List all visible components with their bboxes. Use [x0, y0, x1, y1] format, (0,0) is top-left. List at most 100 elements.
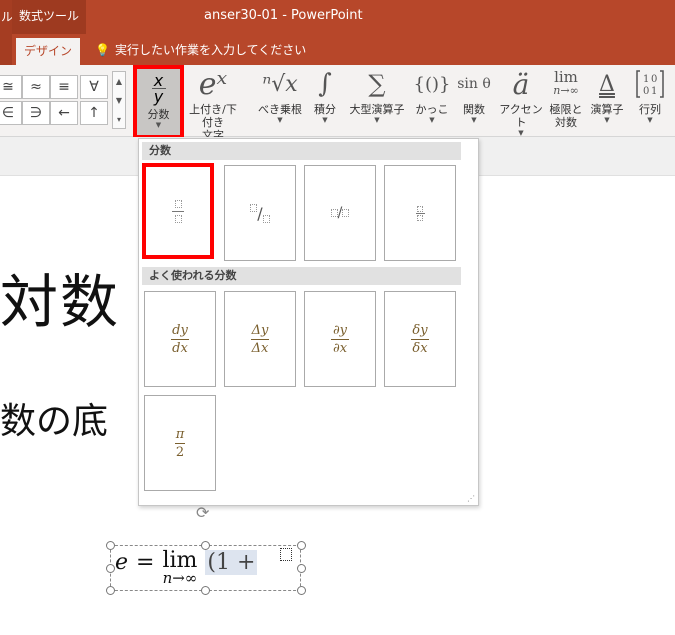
sum-icon: ∑: [368, 70, 386, 98]
common-fraction-option[interactable]: ∂y ∂x: [304, 291, 376, 387]
gallery-symbol[interactable]: ∋: [22, 101, 50, 125]
resize-grip-icon[interactable]: ⋰: [467, 494, 475, 503]
resize-handle[interactable]: [106, 586, 115, 595]
accent-label: アクセント: [499, 103, 543, 129]
common-fraction-option[interactable]: dy dx: [144, 291, 216, 387]
limit-label: 極限と: [549, 103, 583, 116]
tab-design[interactable]: デザイン: [16, 38, 80, 65]
common-fraction-option[interactable]: Δy Δx: [224, 291, 296, 387]
tell-me-text: 実行したい作業を入力してください: [114, 43, 307, 57]
common-fraction-option[interactable]: π 2: [144, 395, 216, 491]
symbol-gallery: ≅ ≈ ≡ ∀ ∈ ∋ ← ↑: [0, 71, 112, 129]
delta-y-delta-x-icon: Δy Δx: [251, 323, 269, 356]
fraction-den: y: [153, 87, 164, 106]
fraction-icon: x y: [151, 71, 166, 106]
integral-icon: ∫: [318, 69, 332, 99]
fraction-linear-option[interactable]: /: [304, 165, 376, 261]
matrix-label: 行列: [639, 103, 661, 116]
section-header-common: よく使われる分数: [142, 267, 461, 285]
frac-num: δy: [412, 322, 428, 338]
gallery-symbol[interactable]: ∈: [0, 101, 22, 125]
bracket-label: かっこ: [415, 103, 449, 116]
integral-label: 積分: [314, 103, 336, 116]
small-fraction-icon: [415, 205, 425, 221]
resize-handle[interactable]: [297, 541, 306, 550]
frac-den: 2: [175, 444, 185, 460]
ribbon: ≅ ≈ ≡ ∀ ∈ ∋ ← ↑ ▲ ▼ ▾ eˣ 上付き/下付き 文字 ⁿ√x …: [0, 65, 675, 143]
limit-log-button[interactable]: lim n→∞ 極限と 対数: [546, 65, 586, 137]
frac-num: ∂y: [332, 322, 348, 338]
resize-handle[interactable]: [106, 541, 115, 550]
ribbon-tab-row: デザイン 💡 実行したい作業を入力してください: [0, 34, 675, 65]
common-fraction-option[interactable]: δy δx: [384, 291, 456, 387]
gallery-scrollbar[interactable]: ▲ ▼ ▾: [112, 71, 126, 129]
scroll-down-icon[interactable]: ▼: [113, 91, 125, 110]
dy-dx-icon: dy dx: [171, 323, 189, 356]
resize-handle[interactable]: [201, 586, 210, 595]
chevron-down-icon: ▼: [155, 121, 162, 129]
chevron-down-icon: ▼: [647, 116, 653, 124]
large-operator-button[interactable]: ∑ 大型演算子 ▼: [345, 65, 409, 137]
resize-handle[interactable]: [106, 564, 115, 573]
gallery-symbol[interactable]: ≅: [0, 75, 22, 99]
chevron-down-icon: ▼: [374, 116, 380, 124]
fraction-label: 分数: [147, 108, 170, 121]
fraction-dropdown: 分数 / / よく使われる分数 dy dx Δy Δx ∂y ∂x δy δx …: [138, 138, 479, 506]
frac-den: Δx: [251, 340, 269, 356]
script-label: 上付き/下付き: [189, 103, 237, 129]
titlebar-left-tab: ル: [0, 0, 13, 34]
section-header-fraction: 分数: [142, 142, 461, 160]
fraction-skewed-option[interactable]: /: [224, 165, 296, 261]
equation-placeholder[interactable]: [280, 548, 292, 561]
svg-text:0: 0: [651, 74, 657, 85]
tell-me-box[interactable]: 💡 実行したい作業を入力してください: [95, 41, 306, 58]
gallery-symbol[interactable]: ≡: [50, 75, 78, 99]
gallery-symbol[interactable]: ↑: [80, 101, 108, 125]
frac-den: dx: [172, 340, 188, 356]
gallery-more-icon[interactable]: ▾: [113, 110, 125, 129]
linear-fraction-icon: /: [330, 205, 350, 221]
chevron-down-icon: ▼: [322, 116, 328, 124]
operator-label: 演算子: [590, 103, 624, 116]
fraction-num: x: [153, 71, 164, 90]
accent-button[interactable]: ä アクセント ▼: [496, 65, 546, 138]
function-button[interactable]: sin θ 関数 ▼: [454, 65, 494, 137]
frac-den: δx: [412, 340, 428, 356]
fraction-button[interactable]: x y 分数 ▼: [133, 65, 184, 139]
scroll-up-icon[interactable]: ▲: [113, 72, 125, 91]
integral-button[interactable]: ∫ 積分 ▼: [306, 65, 344, 137]
function-icon: sin θ: [457, 76, 491, 92]
resize-handle[interactable]: [201, 541, 210, 550]
bracket-icon: {()}: [413, 73, 451, 95]
equation-limit: lim n→∞: [162, 550, 197, 586]
matrix-button[interactable]: 1 0 0 1 行列 ▼: [630, 65, 670, 137]
operator-icon: Δ: [599, 71, 615, 97]
equation-equals: =: [136, 550, 155, 575]
chevron-down-icon: ▼: [429, 116, 435, 124]
frac-num: dy: [172, 322, 188, 338]
stacked-fraction-icon: [172, 199, 184, 223]
radical-label: べき乗根: [258, 103, 302, 116]
resize-handle[interactable]: [297, 586, 306, 595]
fraction-stacked-option[interactable]: [142, 163, 214, 259]
operator-button[interactable]: Δ 演算子 ▼: [586, 65, 628, 137]
large-operator-label: 大型演算子: [349, 103, 405, 116]
gallery-symbol[interactable]: ∀: [80, 75, 108, 99]
title-bar: ル 数式ツール anser30-01 - PowerPoint: [0, 0, 675, 34]
accent-icon: ä: [512, 67, 530, 101]
script-button[interactable]: eˣ 上付き/下付き 文字: [184, 65, 242, 143]
bracket-button[interactable]: {()} かっこ ▼: [412, 65, 452, 137]
equation[interactable]: e = lim n→∞ (1 +: [115, 550, 258, 586]
gallery-symbol[interactable]: ≈: [22, 75, 50, 99]
fraction-small-option[interactable]: [384, 165, 456, 261]
small-delta-y-delta-x-icon: δy δx: [411, 323, 429, 356]
radical-button[interactable]: ⁿ√x べき乗根 ▼: [256, 65, 304, 137]
skewed-fraction-icon: /: [250, 203, 270, 223]
gallery-symbol[interactable]: ←: [50, 101, 78, 125]
chevron-down-icon: ▼: [604, 116, 610, 124]
resize-handle[interactable]: [297, 564, 306, 573]
tab-left-edge: [0, 34, 12, 65]
frac-den: ∂x: [332, 340, 348, 356]
radical-icon: ⁿ√x: [262, 71, 298, 97]
svg-text:0: 0: [643, 86, 649, 97]
